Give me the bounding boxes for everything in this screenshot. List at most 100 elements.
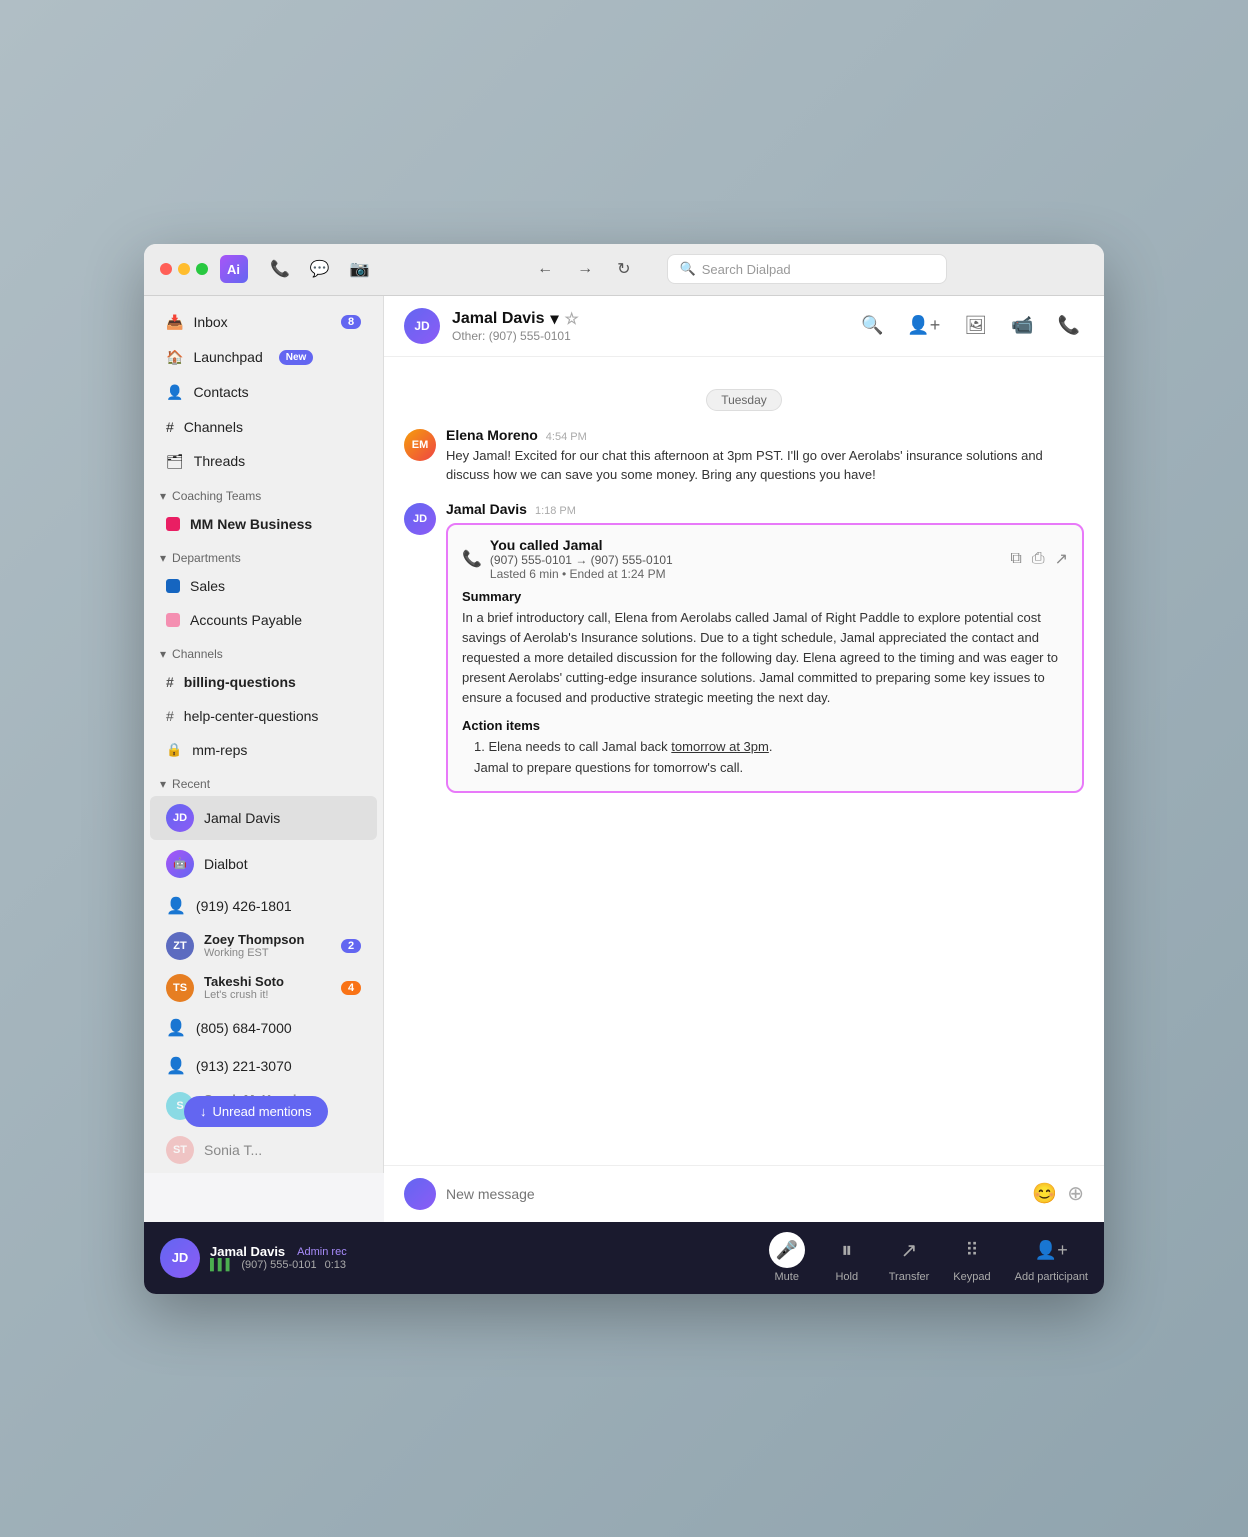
close-button[interactable] [160,263,172,275]
call-card: 📞 You called Jamal (907) 555-0101 → (907… [446,523,1084,793]
call-card-title: You called Jamal [490,537,673,553]
call-card-info: You called Jamal (907) 555-0101 → (907) … [490,537,673,581]
ap-color-block [166,613,180,627]
phone-1-label: (919) 426-1801 [196,898,292,914]
sidebar-item-threads[interactable]: 🗂 Threads [150,445,377,478]
elena-name: Elena Moreno [446,427,538,443]
chat-header-actions: 🔍 👤+ 🖼 📹 📞 [857,311,1084,340]
help-center-label: help-center-questions [184,708,319,724]
chat-icon[interactable]: 💬 [304,255,336,283]
app-icon: Ai [220,255,248,283]
global-search[interactable]: 🔍 Search Dialpad [667,254,947,284]
sidebar-item-zoey[interactable]: ZT Zoey Thompson Working EST 2 [150,926,377,966]
open-call-button[interactable]: ↗ [1055,549,1068,569]
sidebar-item-help-center[interactable]: # help-center-questions [150,700,377,732]
sales-label: Sales [190,578,225,594]
keypad-action[interactable]: ⠿ Keypad [953,1232,990,1283]
sidebar-item-channels[interactable]: # Channels [150,411,377,443]
sidebar-item-jamal-davis[interactable]: JD Jamal Davis [150,796,377,840]
mute-icon: 🎤 [769,1232,805,1268]
sidebar-item-dialbot[interactable]: 🤖 Dialbot [150,842,377,886]
sidebar-item-launchpad[interactable]: 🏠 Launchpad New [150,341,377,374]
star-icon[interactable]: ☆ [565,309,579,329]
back-button[interactable]: ← [529,256,561,282]
mute-action[interactable]: 🎤 Mute [769,1232,805,1283]
message-input[interactable] [446,1186,1022,1202]
chat-header-name: Jamal Davis ▾ ☆ [452,309,845,329]
chat-body: Tuesday EM Elena Moreno 4:54 PM Hey Jama… [384,357,1104,1165]
sidebar-wrapper: 📥 Inbox 8 🏠 Launchpad New 👤 Contacts [144,296,384,1222]
threads-label: Threads [194,453,245,469]
zoey-avatar: ZT [166,932,194,960]
jamal-time: 1:18 PM [535,505,576,517]
sidebar-item-accounts-payable[interactable]: Accounts Payable [150,604,377,636]
zoey-badge: 2 [341,939,361,953]
channels-label: Channels [184,419,243,435]
video-call-button[interactable]: 📹 [1007,311,1037,340]
date-pill: Tuesday [706,389,782,411]
departments-label: Departments [172,551,241,565]
sidebar-item-mm-reps[interactable]: 🔒 mm-reps [150,734,377,766]
hash-icon-help: # [166,708,174,724]
sidebar-item-phone-3[interactable]: 👤 (913) 221-3070 [150,1048,377,1084]
search-chat-button[interactable]: 🔍 [857,311,887,340]
jamal-name: Jamal Davis [446,501,527,517]
elena-text: Hey Jamal! Excited for our chat this aft… [446,446,1084,485]
svg-text:Ai: Ai [227,262,240,277]
add-participant-action[interactable]: 👤+ Add participant [1015,1232,1088,1283]
search-placeholder: Search Dialpad [702,262,791,277]
hold-action[interactable]: ⏸ Hold [829,1232,865,1283]
sidebar-item-inbox[interactable]: 📥 Inbox 8 [150,306,377,339]
mm-label: MM New Business [190,516,312,532]
sidebar-item-sonia[interactable]: ST Sonia T... [150,1128,377,1172]
chevron-down-icon-header[interactable]: ▾ [551,309,559,329]
keypad-icon: ⠿ [954,1232,990,1268]
chevron-down-icon: ▾ [160,489,166,503]
launchpad-label: Launchpad [193,349,262,365]
forward-button[interactable]: → [569,256,601,282]
jamal-msg-header: Jamal Davis 1:18 PM [446,501,1084,517]
takeshi-text: Takeshi Soto Let's crush it! [204,974,331,1001]
sidebar-item-contacts[interactable]: 👤 Contacts [150,376,377,409]
maximize-button[interactable] [196,263,208,275]
sidebar-item-billing-questions[interactable]: # billing-questions [150,666,377,698]
action-item-1-link: tomorrow at 3pm [671,739,769,754]
phone-2-label: (805) 684-7000 [196,1020,292,1036]
share-call-button[interactable]: ⎙ [1032,549,1045,569]
video-icon[interactable]: 📷 [344,255,376,283]
emoji-button[interactable]: 😊 [1032,1181,1057,1206]
jamal-message: JD Jamal Davis 1:18 PM 📞 You ca [404,501,1084,793]
copy-call-button[interactable]: ⧉ [1010,549,1021,569]
elena-time: 4:54 PM [546,431,587,443]
departments-section-header[interactable]: ▾ Departments [144,541,383,569]
channels-section-header[interactable]: ▾ Channels [144,637,383,665]
call-phone: (907) 555-0101 [241,1259,316,1271]
recent-section-header[interactable]: ▾ Recent [144,767,383,795]
sidebar-item-takeshi[interactable]: TS Takeshi Soto Let's crush it! 4 [150,968,377,1008]
minimize-button[interactable] [178,263,190,275]
sidebar-item-phone-1[interactable]: 👤 (919) 426-1801 [150,888,377,924]
phone-icon[interactable]: 📞 [264,255,296,283]
takeshi-name: Takeshi Soto [204,974,331,989]
coaching-section-header[interactable]: ▾ Coaching Teams [144,479,383,507]
sidebar: 📥 Inbox 8 🏠 Launchpad New 👤 Contacts [144,296,384,1173]
transfer-action[interactable]: ↗ Transfer [889,1232,930,1283]
channels-section-label: Channels [172,647,223,661]
phone-call-button[interactable]: 📞 [1054,311,1084,340]
person-icon-3: 👤 [166,1056,186,1076]
phone-3-label: (913) 221-3070 [196,1058,292,1074]
sidebar-item-mm-new-business[interactable]: MM New Business [150,508,377,540]
coaching-label: Coaching Teams [172,489,261,503]
chat-header-sub: Other: (907) 555-0101 [452,329,845,343]
add-contact-button[interactable]: 👤+ [903,311,944,340]
signal-icon: ▌▌▌ [210,1259,233,1271]
attach-button[interactable]: ⊕ [1067,1181,1084,1206]
person-icon-1: 👤 [166,896,186,916]
person-icon-2: 👤 [166,1018,186,1038]
unread-mentions-button[interactable]: ↓ Unread mentions [184,1096,328,1127]
refresh-button[interactable]: ↻ [609,255,638,283]
sidebar-item-phone-2[interactable]: 👤 (805) 684-7000 [150,1010,377,1046]
sidebar-item-sales[interactable]: Sales [150,570,377,602]
jamal-avatar: JD [166,804,194,832]
image-button[interactable]: 🖼 [960,311,991,340]
